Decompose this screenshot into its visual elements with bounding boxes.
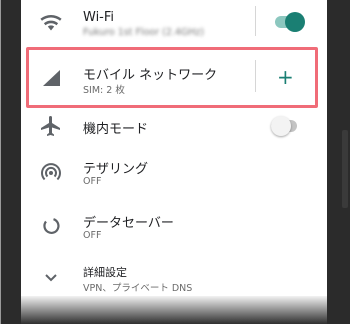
wifi-toggle-knob: [285, 12, 305, 32]
advanced-title: 詳細設定: [83, 266, 127, 279]
data-saver-status: OFF: [83, 230, 102, 241]
tethering-status: OFF: [83, 176, 102, 187]
advanced-subtitle: VPN、プライベート DNS: [83, 283, 193, 294]
wifi-network-name: Fukuro 1st Floor (2.4GHz): [83, 27, 205, 38]
advanced-row[interactable]: 詳細設定 VPN、プライベート DNS: [21, 256, 327, 296]
wifi-toggle[interactable]: [275, 12, 305, 32]
wifi-row[interactable]: Wi-Fi Fukuro 1st Floor (2.4GHz): [21, 0, 327, 46]
phone-bottom-edge: [21, 296, 327, 324]
phone-side-button: [342, 130, 348, 208]
data-saver-row[interactable]: データセーバー OFF: [21, 202, 327, 248]
airplane-icon: [39, 114, 63, 138]
settings-screen: Wi-Fi Fukuro 1st Floor (2.4GHz) モバイル ネット…: [21, 0, 327, 296]
data-saver-title: データセーバー: [83, 216, 174, 231]
wifi-title: Wi-Fi: [83, 10, 115, 25]
tethering-row[interactable]: テザリング OFF: [21, 148, 327, 194]
hotspot-icon: [39, 160, 63, 184]
tethering-title: テザリング: [83, 162, 149, 177]
wifi-icon: [39, 10, 63, 34]
wifi-divider: [255, 6, 256, 36]
airplane-mode-row[interactable]: 機内モード: [21, 106, 327, 146]
chevron-down-icon: [39, 266, 63, 290]
airplane-mode-title: 機内モード: [83, 122, 149, 137]
phone-bezel-left: [1, 0, 21, 324]
mobile-network-highlight: [26, 47, 318, 108]
airplane-mode-toggle[interactable]: [271, 116, 299, 136]
data-saver-icon: [39, 214, 63, 238]
airplane-toggle-knob: [271, 116, 291, 136]
